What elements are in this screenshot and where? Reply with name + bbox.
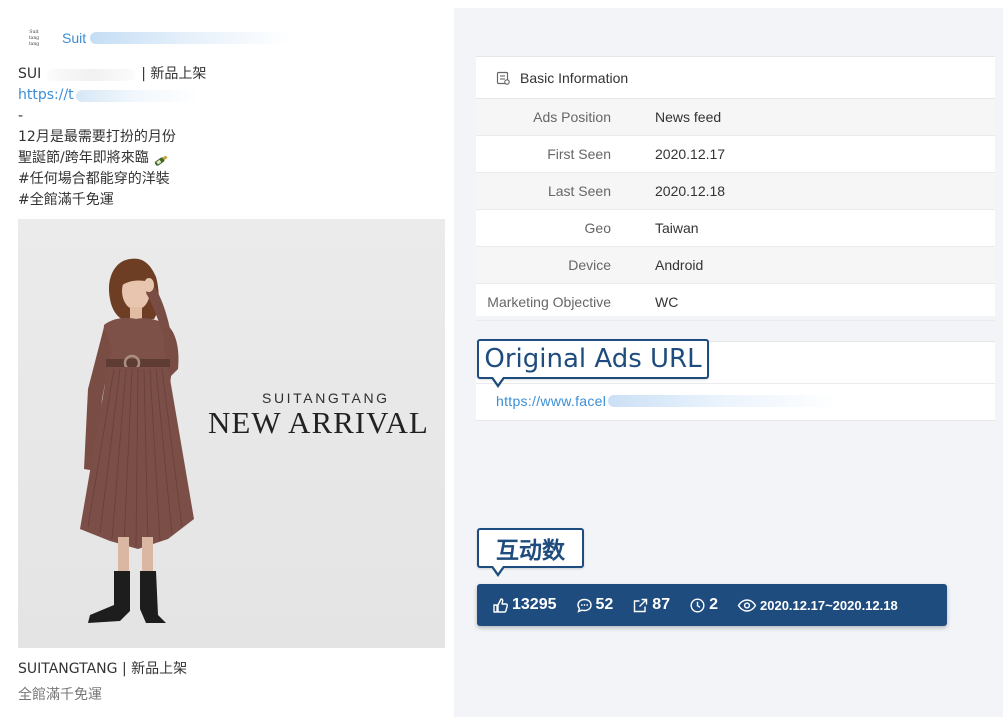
post-link-line: https://t: [18, 85, 438, 106]
post-tag-dress: #任何場合都能穿的洋裝: [18, 171, 170, 187]
redacted-url: [608, 395, 839, 407]
info-value: News feed: [655, 109, 722, 125]
share-icon: [634, 598, 648, 612]
shares-count: 87: [652, 596, 671, 613]
callout-label: 互动数: [496, 538, 565, 564]
post-link[interactable]: https://t: [18, 85, 74, 106]
likes-count: 13295: [512, 596, 557, 613]
info-value: Android: [655, 257, 704, 273]
redacted-text: [47, 68, 136, 81]
original-ads-url-row: https://www.facel: [496, 393, 839, 409]
ad-creative-image[interactable]: SUITANGTANG NEW ARRIVAL: [18, 219, 445, 648]
post-body: SUI | 新品上架 https://t - 12月是最需要打扮的月份 聖誕節/…: [18, 64, 438, 211]
basic-info-table: Ads Position News feed First Seen 2020.1…: [476, 99, 995, 321]
date-range: 2020.12.17~2020.12.18: [760, 597, 898, 613]
ad-caption-subtitle: 全館滿千免運: [18, 687, 102, 703]
document-icon: [496, 71, 510, 85]
basic-info-title: Basic Information: [520, 69, 629, 86]
likes-stat: 13295: [492, 596, 557, 614]
info-row-first-seen: First Seen 2020.12.17: [476, 136, 995, 173]
interaction-count-callout: 互动数: [477, 528, 584, 577]
info-value: Taiwan: [655, 220, 699, 236]
basic-info-header: Basic Information: [476, 57, 995, 99]
info-row-ads-position: Ads Position News feed: [476, 99, 995, 136]
brand-logo-mark: Suit tang tang: [29, 29, 39, 47]
page-name[interactable]: Suit: [62, 30, 86, 46]
image-brand-text: SUITANGTANG: [262, 390, 390, 406]
eye-icon: [737, 598, 757, 612]
shares-stat: 87: [632, 596, 670, 614]
info-value: 2020.12.17: [655, 146, 726, 162]
post-line-month: 12月是最需要打扮的月份: [18, 129, 176, 145]
duration-stat: 2: [689, 596, 718, 614]
info-row-geo: Geo Taiwan: [476, 210, 995, 247]
ad-caption-title[interactable]: SUITANGTANG | 新品上架: [18, 658, 187, 678]
page-logo[interactable]: Suit tang tang: [19, 23, 49, 53]
original-ads-url-callout: Original Ads URL: [477, 339, 709, 388]
champagne-bottle-icon: [152, 153, 170, 166]
comments-count: 52: [595, 596, 614, 613]
post-title-start: SUI: [18, 66, 42, 82]
image-headline: NEW ARRIVAL: [208, 405, 429, 440]
post-title-line: SUI | 新品上架: [18, 64, 438, 85]
info-label: First Seen: [547, 146, 611, 162]
info-label: Geo: [584, 220, 611, 236]
basic-info-card: Basic Information Ads Position News feed…: [476, 56, 995, 321]
redacted-link: [75, 89, 200, 102]
clock-icon: [690, 597, 705, 613]
svg-text:tang: tang: [29, 41, 39, 47]
post-dash: -: [18, 108, 24, 124]
info-row-last-seen: Last Seen 2020.12.18: [476, 173, 995, 210]
interaction-stats-bar: 13295 52 87 2 2020.12.17~2020.12.18: [477, 584, 947, 626]
info-value: 2020.12.18: [655, 183, 726, 199]
callout-label: Original Ads URL: [484, 344, 702, 374]
info-label: Ads Position: [533, 109, 611, 125]
post-header: Suit tang tang Suit: [19, 18, 291, 58]
comment-icon: [576, 598, 592, 613]
ad-post-card: Suit tang tang Suit SUI | 新品上架 https://t…: [5, 8, 454, 717]
svg-text:tang: tang: [29, 35, 39, 41]
info-row-marketing-objective: Marketing Objective WC: [476, 284, 995, 321]
info-value: WC: [655, 294, 679, 310]
duration-days: 2: [709, 596, 718, 613]
info-label: Marketing Objective: [487, 294, 611, 310]
date-range-stat: 2020.12.17~2020.12.18: [737, 597, 898, 614]
info-label: Device: [568, 257, 611, 273]
comments-stat: 52: [576, 596, 614, 614]
thumbs-up-icon: [493, 597, 508, 613]
post-title-end: | 新品上架: [141, 66, 207, 82]
redacted-page-name: [90, 32, 291, 44]
post-tag-shipping: #全館滿千免運: [18, 192, 114, 208]
post-line-holiday: 聖誕節/跨年即將來臨: [18, 150, 149, 166]
svg-text:Suit: Suit: [29, 29, 38, 35]
info-row-device: Device Android: [476, 247, 995, 284]
original-ads-url-link[interactable]: https://www.facel: [496, 393, 606, 409]
post-line-holiday-row: 聖誕節/跨年即將來臨: [18, 148, 438, 169]
info-label: Last Seen: [547, 183, 611, 199]
divider: [476, 383, 995, 384]
